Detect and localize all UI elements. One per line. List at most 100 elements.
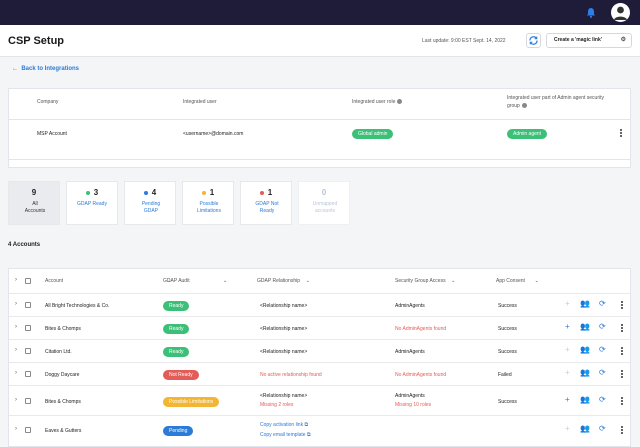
- refresh-icon[interactable]: ⟳: [599, 346, 606, 354]
- info-icon[interactable]: [397, 99, 403, 105]
- add-icon[interactable]: +: [565, 300, 570, 308]
- tile-unmapped-accounts[interactable]: 0 Unmapped accounts: [298, 181, 350, 225]
- expand-row-icon[interactable]: ›: [15, 324, 17, 330]
- expand-row-icon[interactable]: ›: [15, 301, 17, 307]
- col-gdap-relationship-header[interactable]: GDAP Relationship ⌄: [257, 278, 310, 284]
- copy-icon: ⧉: [304, 422, 309, 428]
- divider: [9, 415, 630, 416]
- users-icon[interactable]: 👥: [580, 369, 590, 377]
- refresh-icon[interactable]: ⟳: [599, 369, 606, 377]
- security-group-missing-roles: Missing 10 roles: [395, 402, 432, 408]
- status-dot: [201, 190, 206, 195]
- col-app-consent-header[interactable]: App Consent ⌄: [496, 278, 539, 284]
- refresh-icon[interactable]: ⟳: [599, 396, 606, 404]
- row-checkbox[interactable]: [25, 427, 31, 433]
- divider: [9, 316, 630, 317]
- create-magic-link-button[interactable]: Create a 'magic link' ⚙: [546, 33, 632, 48]
- expand-row-icon[interactable]: ›: [15, 397, 17, 403]
- divider: [9, 119, 630, 120]
- page-header: CSP Setup Last update: 9:00 EST Sept. 14…: [0, 25, 640, 57]
- tile-all-accounts[interactable]: 9 All Accounts: [8, 181, 60, 225]
- page-title: CSP Setup: [8, 35, 65, 47]
- col-integrated-user-header: Integrated user: [183, 99, 217, 105]
- copy-activation-link[interactable]: Copy activation link ⧉: [260, 422, 308, 428]
- integration-group-badge: Admin agent: [507, 129, 548, 139]
- gdap-audit-badge: Ready: [163, 324, 190, 334]
- row-checkbox[interactable]: [25, 302, 31, 308]
- users-icon[interactable]: 👥: [580, 425, 590, 433]
- users-icon[interactable]: 👥: [580, 346, 590, 354]
- back-label: Back to Integrations: [21, 66, 80, 72]
- tile-gdap-not-ready[interactable]: 1 GDAP Not Ready: [240, 181, 292, 225]
- tile-gdap-ready[interactable]: 3 GDAP Ready: [66, 181, 118, 225]
- gdap-audit-badge: Pending: [163, 426, 194, 436]
- refresh-button[interactable]: [526, 33, 541, 48]
- row-checkbox[interactable]: [25, 348, 31, 354]
- row-checkbox[interactable]: [25, 325, 31, 331]
- refresh-icon[interactable]: ⟳: [599, 300, 606, 308]
- add-icon[interactable]: +: [565, 323, 570, 331]
- add-icon[interactable]: +: [565, 425, 570, 433]
- users-icon[interactable]: 👥: [580, 300, 590, 308]
- more-options-icon[interactable]: [620, 324, 623, 333]
- chevron-down-icon: ⌄: [534, 278, 539, 284]
- more-options-icon[interactable]: [620, 397, 623, 406]
- refresh-icon: [529, 36, 538, 45]
- col-account-header[interactable]: Account ⌄: [45, 278, 171, 284]
- status-dot: [85, 190, 90, 195]
- account-name: Eaves & Gutters: [45, 428, 82, 434]
- col-gdap-audit-header[interactable]: GDAP Audit ⌄: [163, 278, 227, 284]
- col-company-header: Company: [37, 99, 59, 105]
- gdap-audit-badge: Not Ready: [163, 370, 199, 380]
- integration-user: <username>@domain.com: [183, 131, 244, 137]
- app-consent: Success: [498, 326, 517, 332]
- back-to-integrations-link[interactable]: ← Back to Integrations: [12, 66, 79, 72]
- security-group: AdminAgents: [395, 393, 425, 399]
- account-name: Bites & Chomps: [45, 326, 81, 332]
- relationship-name: <Relationship name>: [260, 303, 308, 309]
- user-avatar[interactable]: [611, 3, 630, 22]
- last-update-text: Last update: 9:00 EST Sept. 14, 2022: [422, 38, 506, 44]
- notification-bell-icon[interactable]: [586, 7, 596, 18]
- relationship-name: No active relationship found: [260, 372, 322, 378]
- col-admin-group-header: Integrated user part of Admin agent secu…: [507, 95, 604, 109]
- app-consent: Success: [498, 349, 517, 355]
- gdap-audit-badge: Possible Limitations: [163, 397, 220, 407]
- more-options-icon[interactable]: [620, 347, 623, 356]
- expand-all-icon[interactable]: ›: [15, 277, 17, 283]
- top-nav-bar: [0, 0, 640, 25]
- row-checkbox[interactable]: [25, 371, 31, 377]
- users-icon[interactable]: 👥: [580, 396, 590, 404]
- add-icon[interactable]: +: [565, 346, 570, 354]
- gdap-audit-badge: Ready: [163, 301, 190, 311]
- info-icon[interactable]: [521, 103, 527, 109]
- account-name: Citation Ltd.: [45, 349, 72, 355]
- expand-row-icon[interactable]: ›: [15, 347, 17, 353]
- status-dot: [259, 190, 264, 195]
- col-security-group-header[interactable]: Security Group Access ⌄: [395, 278, 455, 284]
- col-user-role-header: Integrated user role: [352, 99, 403, 105]
- refresh-icon[interactable]: ⟳: [599, 323, 606, 331]
- more-options-icon[interactable]: [619, 129, 622, 138]
- chevron-down-icon: ⌄: [451, 278, 456, 284]
- users-icon[interactable]: 👥: [580, 323, 590, 331]
- row-checkbox[interactable]: [25, 398, 31, 404]
- user-icon: [614, 6, 627, 20]
- add-icon[interactable]: +: [565, 396, 570, 404]
- more-options-icon[interactable]: [620, 301, 623, 310]
- divider: [9, 339, 630, 340]
- select-all-checkbox[interactable]: [25, 278, 31, 284]
- relationship-name: <Relationship name>: [260, 393, 308, 399]
- integration-company: MSP Account: [37, 131, 67, 137]
- add-icon[interactable]: +: [565, 369, 570, 377]
- tile-possible-limitations[interactable]: 1 Possible Limitations: [182, 181, 234, 225]
- expand-row-icon[interactable]: ›: [15, 370, 17, 376]
- more-options-icon[interactable]: [620, 370, 623, 379]
- app-consent: Success: [498, 399, 517, 405]
- refresh-icon[interactable]: ⟳: [599, 425, 606, 433]
- copy-email-template[interactable]: Copy email template ⧉: [260, 432, 311, 438]
- more-options-icon[interactable]: [620, 426, 623, 435]
- account-name: Bites & Chomps: [45, 399, 81, 405]
- expand-row-icon[interactable]: ›: [15, 426, 17, 432]
- tile-pending-gdap[interactable]: 4 Pending GDAP: [124, 181, 176, 225]
